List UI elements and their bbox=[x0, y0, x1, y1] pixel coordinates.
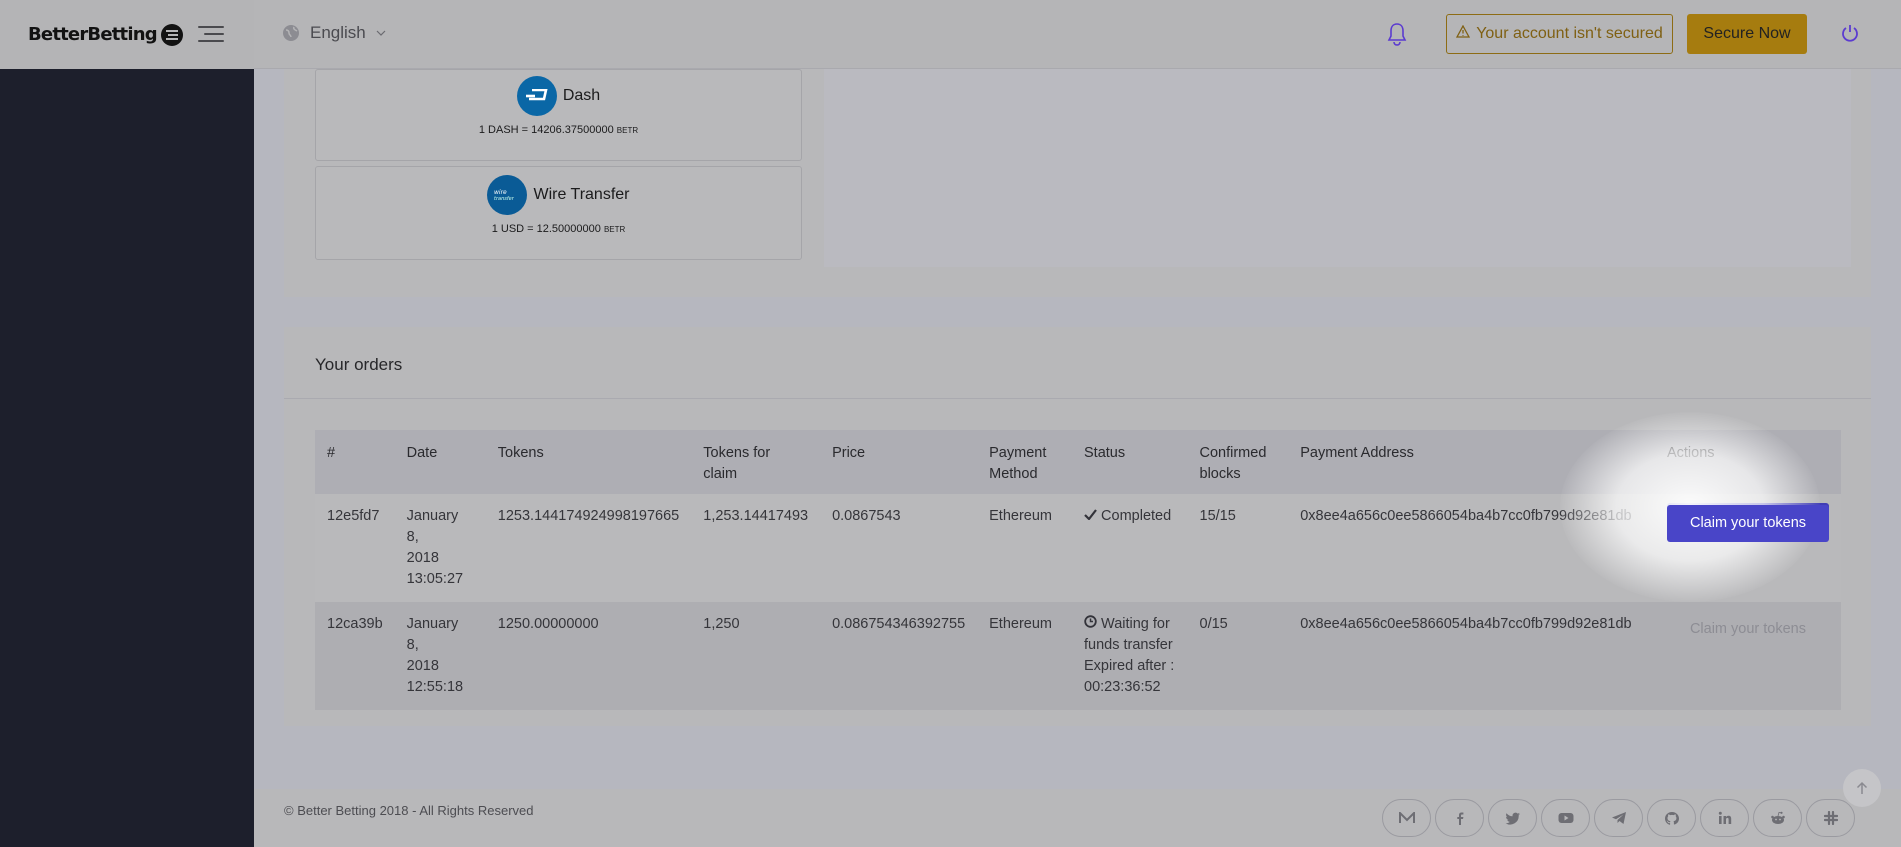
claim-tokens-button-highlighted[interactable]: Claim your tokens bbox=[1667, 505, 1829, 542]
order-price: 0.0867543 bbox=[820, 494, 978, 602]
col-header-method: Payment Method bbox=[977, 430, 1073, 494]
brand-logo[interactable]: BetterBetting bbox=[28, 23, 183, 46]
brand-mark-icon bbox=[160, 23, 183, 46]
alert-text: Your account isn't secured bbox=[1476, 25, 1663, 42]
clock-icon bbox=[1084, 615, 1097, 632]
wire-transfer-icon: wire transfer bbox=[487, 175, 528, 215]
menu-toggle-icon[interactable] bbox=[198, 24, 224, 44]
order-id: 12ca39b bbox=[315, 602, 395, 710]
brand-area: BetterBetting bbox=[0, 0, 254, 69]
exchange-rate: 1 DASH = 14206.37500000 BETR bbox=[478, 124, 639, 136]
order-blocks: 0/15 bbox=[1187, 602, 1289, 710]
order-tokens: 1253.144174924998197665 bbox=[485, 494, 692, 602]
exchange-rate: 1 USD = 12.50000000 BETR bbox=[491, 223, 626, 235]
globe-icon bbox=[283, 25, 299, 41]
divider bbox=[284, 398, 1871, 399]
order-address: 0x8ee4a656c0ee5866054ba4b7cc0fb799d92e81… bbox=[1288, 602, 1655, 710]
dash-icon bbox=[516, 76, 557, 116]
order-status: Waiting for funds transfer Expired after :… bbox=[1072, 602, 1188, 710]
svg-text:transfer: transfer bbox=[494, 196, 515, 202]
warning-icon bbox=[1456, 24, 1471, 43]
order-price: 0.086754346392755 bbox=[820, 602, 978, 710]
order-date: January 8, 2018 12:55:18 bbox=[394, 602, 486, 710]
social-links bbox=[1382, 799, 1855, 837]
payment-details-panel bbox=[824, 69, 1851, 267]
col-header-tokens-claim: Tokens for claim bbox=[691, 430, 821, 494]
copyright-text: © Better Betting 2018 - All Rights Reser… bbox=[284, 803, 534, 818]
order-tokens-claim: 1,253.14417493 bbox=[691, 494, 821, 602]
sidebar bbox=[0, 0, 254, 847]
language-selector[interactable]: English bbox=[282, 23, 386, 43]
reddit-icon[interactable] bbox=[1753, 799, 1802, 837]
medium-icon[interactable] bbox=[1382, 799, 1431, 837]
payment-option-dash[interactable]: Dash 1 DASH = 14206.37500000 BETR bbox=[315, 69, 802, 161]
scroll-to-top-button[interactable] bbox=[1843, 769, 1881, 807]
svg-text:wire: wire bbox=[494, 189, 507, 196]
payment-methods-card: Dash 1 DASH = 14206.37500000 BETR wire tr… bbox=[284, 69, 1871, 297]
order-date: January 8, 2018 13:05:27 bbox=[394, 494, 486, 602]
col-header-date: Date bbox=[394, 430, 486, 494]
notifications-bell-icon[interactable] bbox=[1386, 22, 1408, 51]
language-label: English bbox=[310, 23, 366, 42]
logout-power-icon[interactable] bbox=[1840, 23, 1860, 48]
footer: © Better Betting 2018 - All Rights Reser… bbox=[254, 789, 1901, 847]
youtube-icon[interactable] bbox=[1541, 799, 1590, 837]
order-actions: Claim your tokens bbox=[1654, 602, 1841, 710]
linkedin-icon[interactable] bbox=[1700, 799, 1749, 837]
payment-name: Wire Transfer bbox=[533, 186, 630, 203]
claim-tokens-button-disabled: Claim your tokens bbox=[1689, 621, 1806, 637]
order-blocks: 15/15 bbox=[1187, 494, 1289, 602]
order-method: Ethereum bbox=[977, 494, 1073, 602]
top-header: English Your account isn't secured Secur… bbox=[254, 0, 1901, 69]
col-header-status: Status bbox=[1072, 430, 1188, 494]
account-security-alert: Your account isn't secured bbox=[1446, 14, 1673, 54]
orders-title: Your orders bbox=[315, 355, 403, 374]
slack-icon[interactable] bbox=[1806, 799, 1855, 837]
facebook-icon[interactable] bbox=[1435, 799, 1484, 837]
github-icon[interactable] bbox=[1647, 799, 1696, 837]
order-tokens: 1250.00000000 bbox=[485, 602, 692, 710]
col-header-price: Price bbox=[820, 430, 978, 494]
check-icon bbox=[1084, 508, 1097, 524]
brand-name: BetterBetting bbox=[28, 24, 158, 45]
payment-option-wire-transfer[interactable]: wire transfer Wire Transfer 1 USD = 12.50… bbox=[315, 166, 802, 260]
table-row: 12ca39b January 8, 2018 12:55:18 1250.0000… bbox=[315, 602, 1841, 710]
arrow-up-icon bbox=[1856, 781, 1868, 794]
secure-now-button[interactable]: Secure Now bbox=[1687, 14, 1807, 54]
order-status: Completed bbox=[1072, 494, 1188, 602]
order-method: Ethereum bbox=[977, 602, 1073, 710]
twitter-icon[interactable] bbox=[1488, 799, 1537, 837]
order-tokens-claim: 1,250 bbox=[691, 602, 821, 710]
col-header-blocks: Confirmed blocks bbox=[1187, 430, 1289, 494]
order-id: 12e5fd7 bbox=[315, 494, 395, 602]
payment-name: Dash bbox=[562, 87, 601, 104]
col-header-tokens: Tokens bbox=[485, 430, 692, 494]
chevron-down-icon bbox=[376, 30, 386, 36]
telegram-icon[interactable] bbox=[1594, 799, 1643, 837]
col-header-id: # bbox=[315, 430, 395, 494]
